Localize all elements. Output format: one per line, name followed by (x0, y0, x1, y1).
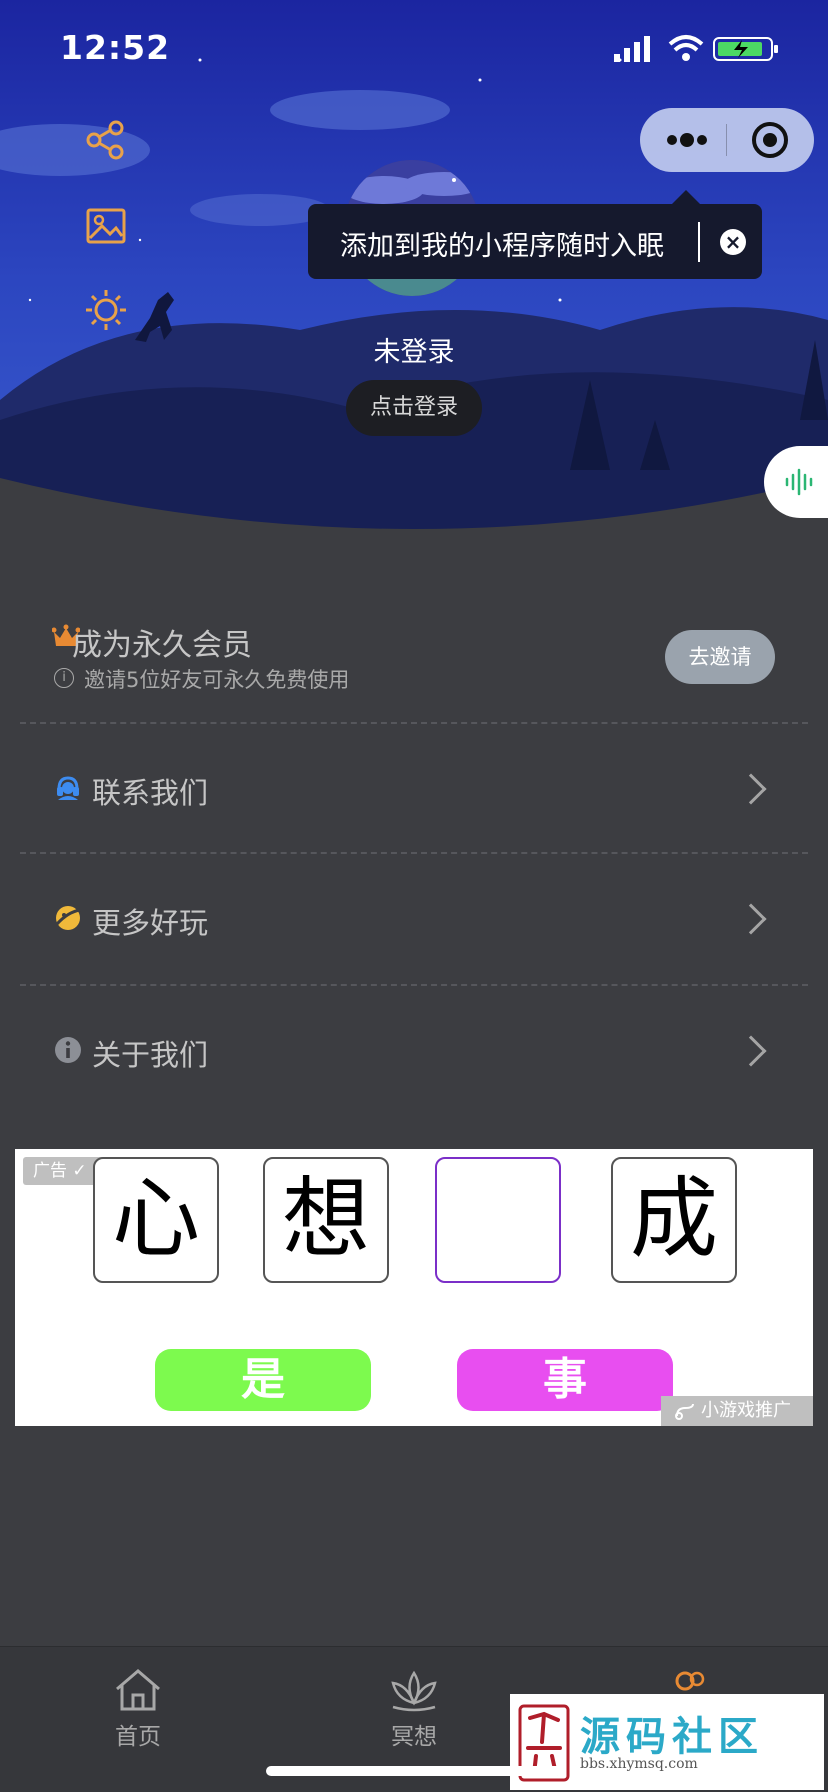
menu-item-more-fun[interactable]: 更多好玩 (20, 870, 808, 980)
ad-banner[interactable]: 广告 ✓ 心 想 成 是 事 小游戏推广 (15, 1149, 813, 1426)
chevron-right-icon (735, 1035, 767, 1067)
tooltip-text: 添加到我的小程序随时入眠 (340, 231, 664, 262)
login-button[interactable]: 点击登录 (346, 380, 482, 436)
idiom-box: 心 (93, 1157, 219, 1283)
target-circle-icon[interactable] (748, 118, 792, 162)
image-icon[interactable] (84, 204, 128, 248)
mini-program-capsule (640, 108, 814, 172)
status-bar: 12:52 (0, 0, 828, 100)
brightness-icon[interactable] (84, 288, 128, 332)
divider (20, 852, 808, 854)
ad-tag: 广告 ✓ (23, 1157, 103, 1185)
share-icon[interactable] (84, 118, 128, 162)
info-icon (55, 1037, 81, 1063)
more-dots-icon[interactable] (662, 124, 712, 156)
divider (20, 722, 808, 724)
tab-meditation[interactable]: 冥想 (344, 1667, 484, 1751)
answer-choice-button[interactable]: 事 (457, 1349, 673, 1411)
link-icon (675, 1403, 694, 1420)
lotus-icon (391, 1670, 437, 1712)
planet-icon (55, 906, 81, 930)
idiom-box: 想 (263, 1157, 389, 1283)
idiom-box: 成 (611, 1157, 737, 1283)
chevron-right-icon (735, 903, 767, 935)
chevron-right-icon (735, 773, 767, 805)
watermark-title: 源码社区 (580, 1714, 764, 1760)
mini-game-promo-label: 小游戏推广 (661, 1396, 813, 1426)
menu-item-label: 关于我们 (92, 1038, 209, 1072)
add-to-my-miniprogram-tooltip: 添加到我的小程序随时入眠 × (308, 190, 762, 279)
info-small-icon: i (54, 668, 74, 688)
idiom-box-empty[interactable] (435, 1157, 561, 1283)
menu-item-about-us[interactable]: 关于我们 (20, 1002, 808, 1112)
menu-item-contact-us[interactable]: 联系我们 (20, 740, 808, 850)
wifi-icon (668, 35, 704, 61)
answer-choice-button[interactable]: 是 (155, 1349, 371, 1411)
home-indicator (266, 1766, 562, 1776)
divider (20, 984, 808, 986)
soundwave-icon (785, 468, 813, 496)
close-icon[interactable]: × (720, 229, 746, 255)
tooltip-divider (698, 222, 700, 262)
vip-title: 成为永久会员 (72, 628, 252, 663)
menu-item-label: 联系我们 (92, 776, 209, 810)
watermark-url: bbs.xhymsq.com (580, 1756, 698, 1772)
status-time: 12:52 (60, 28, 171, 67)
invite-button[interactable]: 去邀请 (665, 630, 775, 684)
battery-charging-icon (713, 37, 778, 61)
menu-item-label: 更多好玩 (92, 906, 209, 940)
status-icons (614, 35, 778, 62)
cellular-signal-icon (614, 36, 650, 62)
tab-label: 首页 (115, 1724, 161, 1750)
customer-service-icon (57, 776, 79, 800)
user-name: 未登录 (373, 337, 455, 368)
home-icon (116, 1669, 160, 1711)
tab-label: 冥想 (391, 1724, 437, 1750)
tab-home[interactable]: 首页 (68, 1667, 208, 1751)
vip-subtitle: 邀请5位好友可永久免费使用 (84, 668, 350, 692)
voice-floating-tab[interactable] (764, 446, 828, 518)
capsule-divider (726, 124, 727, 156)
